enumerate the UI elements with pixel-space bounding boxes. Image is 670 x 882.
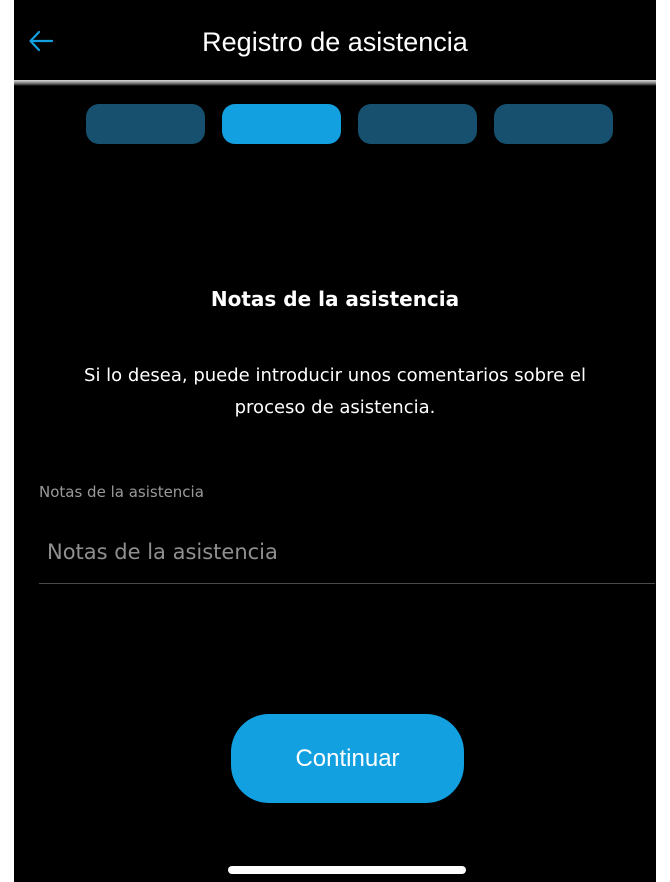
step-3-indicator	[358, 104, 477, 144]
app-bar: Registro de asistencia	[14, 0, 656, 84]
continue-button[interactable]: Continuar	[231, 714, 464, 803]
step-4-indicator	[494, 104, 613, 144]
screen: Registro de asistencia Notas de la asist…	[14, 0, 656, 882]
step-1-indicator	[86, 104, 205, 144]
progress-stepper	[86, 104, 613, 144]
section-description: Si lo desea, puede introducir unos comen…	[84, 365, 586, 418]
notes-input[interactable]	[39, 520, 655, 584]
app-bar-divider	[14, 80, 656, 86]
notes-field-label: Notas de la asistencia	[39, 483, 204, 501]
step-2-indicator-active	[222, 104, 341, 144]
home-indicator	[228, 866, 466, 874]
page-title: Registro de asistencia	[202, 27, 468, 57]
section-title: Notas de la asistencia	[210, 287, 460, 311]
